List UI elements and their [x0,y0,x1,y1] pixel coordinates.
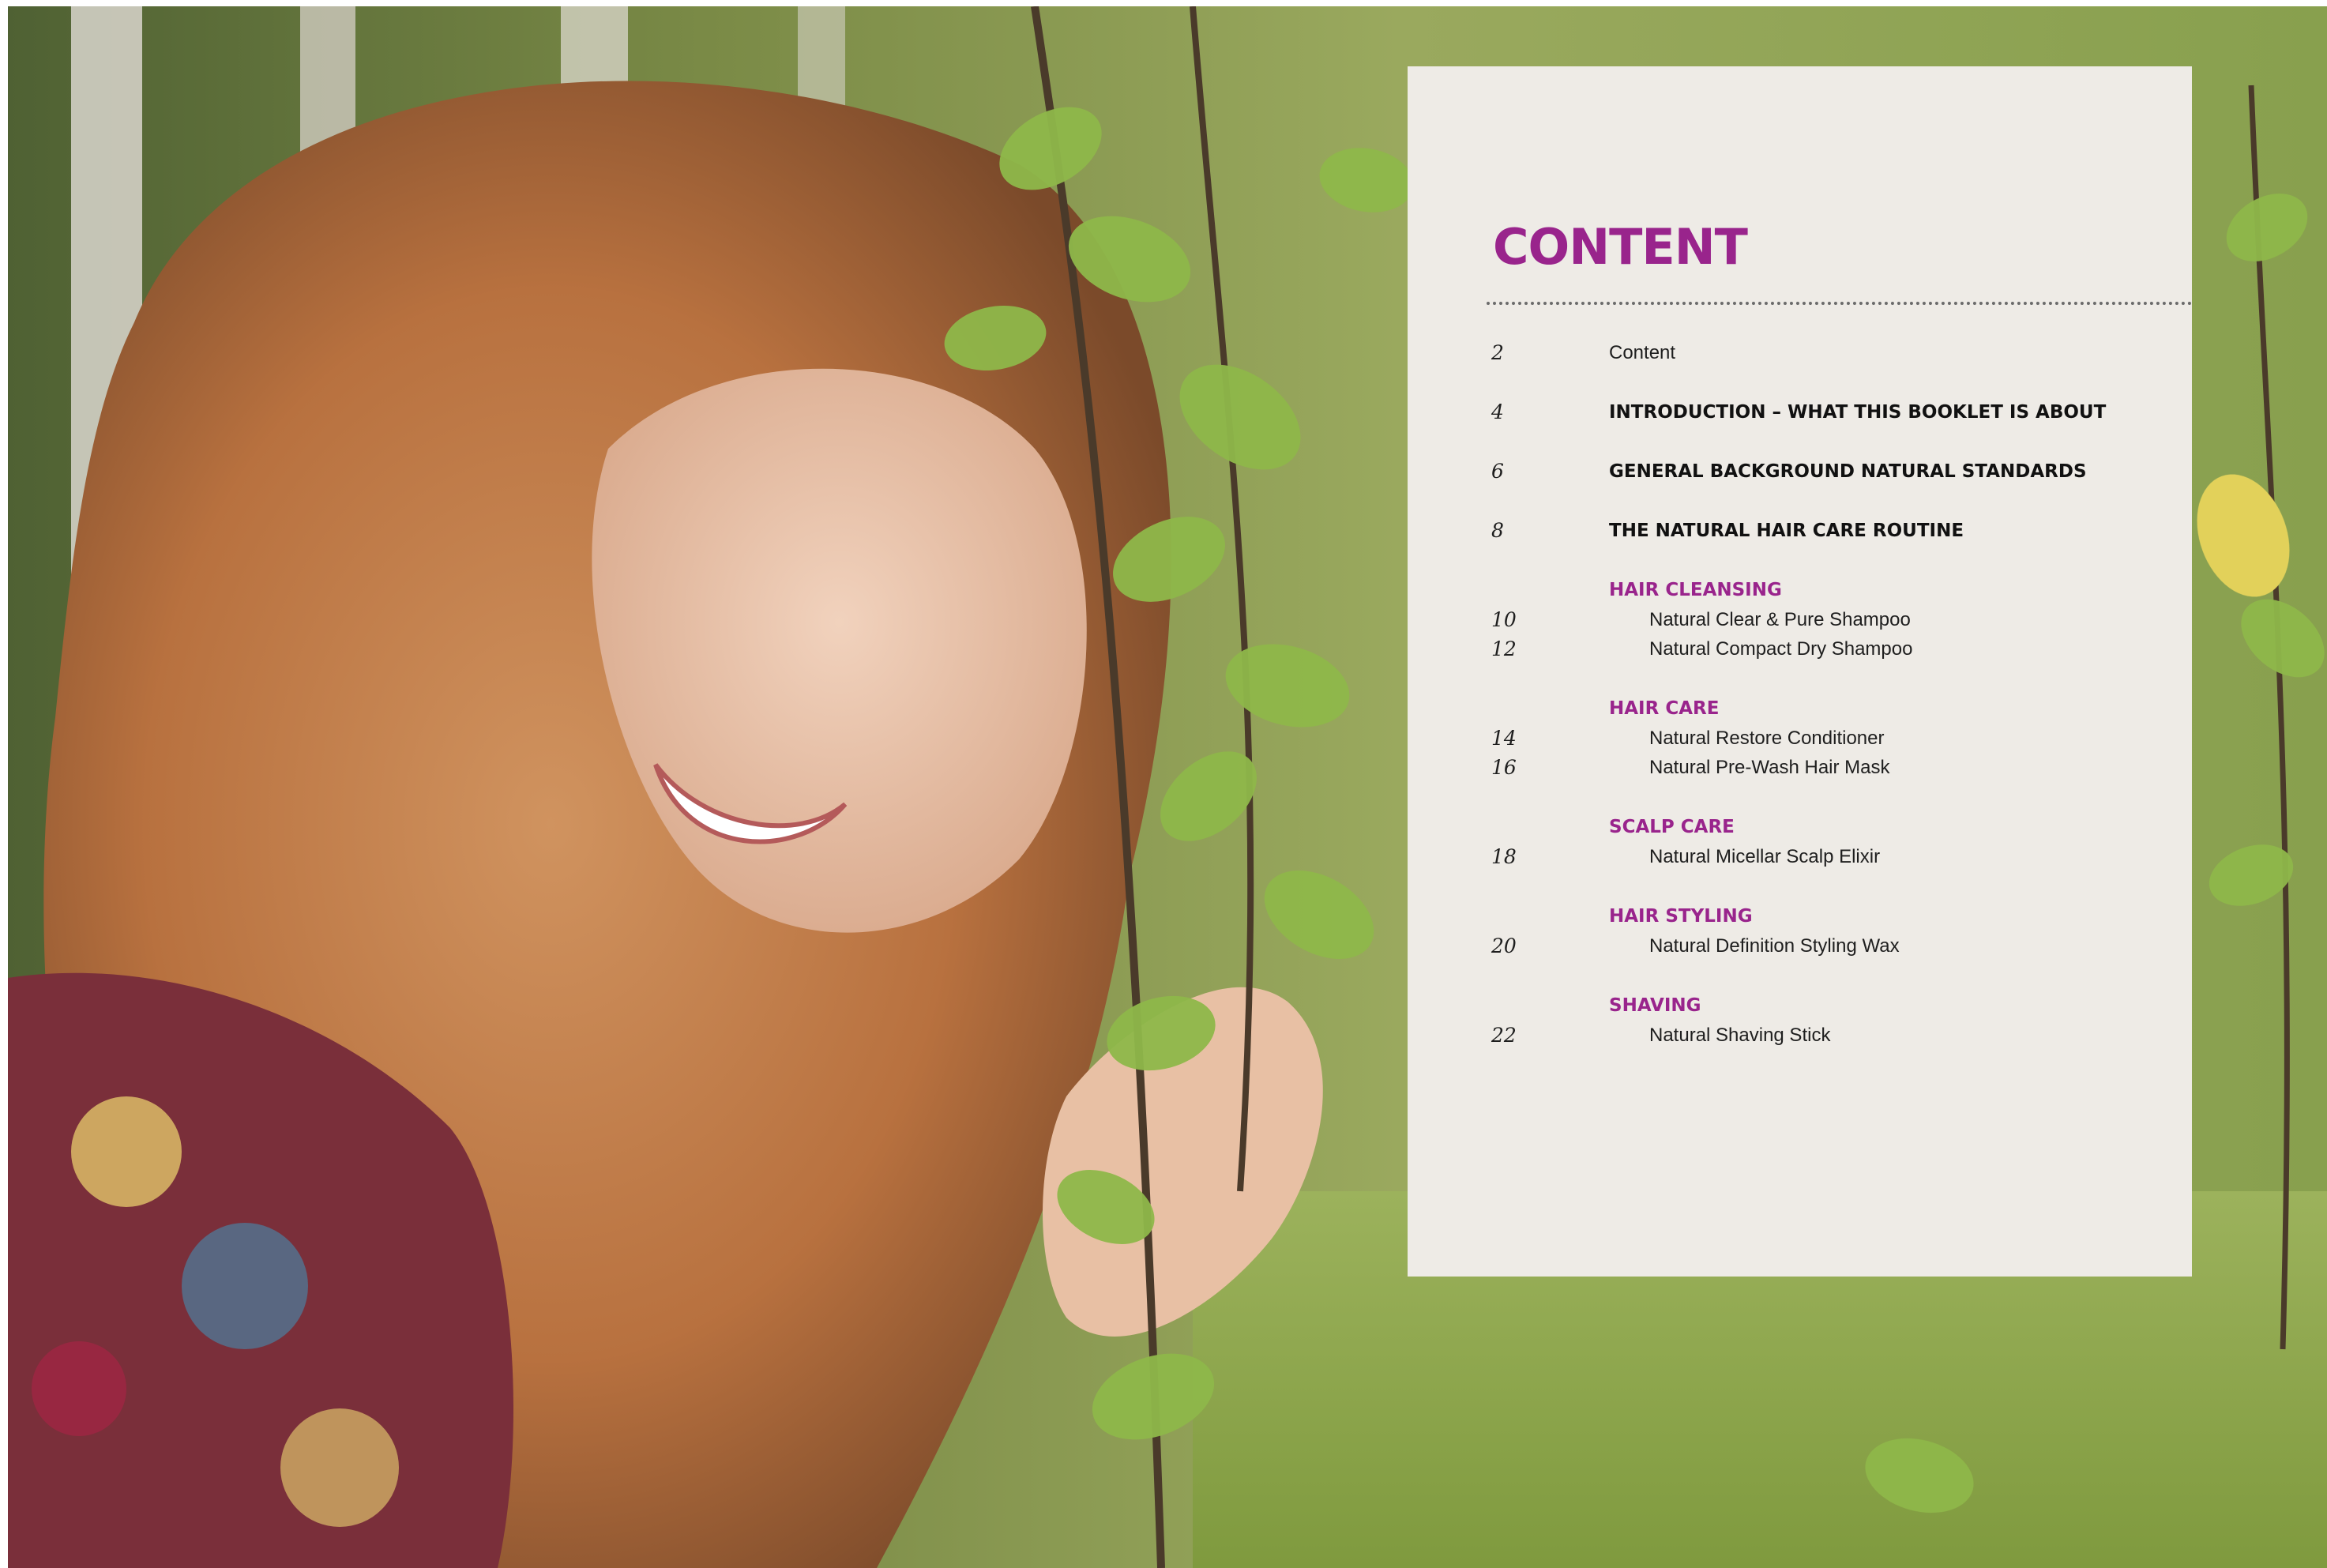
section-heading-hair-styling: HAIR STYLING [1408,901,2192,931]
section-heading: HAIR CLEANSING [1609,580,1782,600]
entry-label: THE NATURAL HAIR CARE ROUTINE [1609,521,1964,541]
section-heading-hair-care: HAIR CARE [1408,694,2192,724]
section-heading-scalp-care: SCALP CARE [1408,812,2192,842]
toc-entry[interactable]: 20 Natural Definition Styling Wax [1408,931,2192,961]
entry-label: Natural Restore Conditioner [1649,728,1885,749]
page-number: 20 [1491,934,1517,957]
section-heading-hair-cleansing: HAIR CLEANSING [1408,575,2192,605]
toc-entry[interactable]: 14 Natural Restore Conditioner [1408,724,2192,754]
page-number: 22 [1491,1024,1517,1047]
toc-entry[interactable]: 8 THE NATURAL HAIR CARE ROUTINE [1408,516,2192,546]
entry-label: Natural Shaving Stick [1649,1025,1831,1046]
page-number: 14 [1491,727,1517,750]
entry-label: INTRODUCTION – WHAT THIS BOOKLET IS ABOU… [1609,402,2107,423]
toc-entry[interactable]: 4 INTRODUCTION – WHAT THIS BOOKLET IS AB… [1408,397,2192,427]
toc-entry[interactable]: 18 Natural Micellar Scalp Elixir [1408,842,2192,872]
entry-label: Natural Clear & Pure Shampoo [1649,609,1911,630]
table-of-contents: 2 Content 4 INTRODUCTION – WHAT THIS BOO… [1408,66,2192,1277]
section-heading-shaving: SHAVING [1408,991,2192,1021]
toc-entry[interactable]: 10 Natural Clear & Pure Shampoo [1408,605,2192,635]
entry-label: Content [1609,342,1676,363]
page-number: 18 [1491,845,1517,868]
section-heading: HAIR STYLING [1609,906,1753,927]
page-number: 12 [1491,637,1517,660]
entry-label: Natural Micellar Scalp Elixir [1649,846,1881,867]
toc-entry[interactable]: 2 Content [1408,338,2192,368]
page-number: 8 [1491,519,1504,542]
entry-label: GENERAL BACKGROUND NATURAL STANDARDS [1609,461,2087,482]
page-number: 4 [1491,400,1504,423]
page-number: 2 [1491,341,1504,364]
page-number: 16 [1491,756,1517,779]
contents-panel: CONTENT 2 Content 4 INTRODUCTION – WHAT … [1408,66,2192,1277]
booklet-spread: CONTENT 2 Content 4 INTRODUCTION – WHAT … [0,0,2327,1568]
entry-label: Natural Pre-Wash Hair Mask [1649,757,1890,778]
entry-label: Natural Definition Styling Wax [1649,935,1900,957]
section-heading: SHAVING [1609,995,1701,1016]
page-number: 10 [1491,608,1517,631]
section-heading: SCALP CARE [1609,817,1735,837]
toc-entry[interactable]: 6 GENERAL BACKGROUND NATURAL STANDARDS [1408,457,2192,487]
entry-label: Natural Compact Dry Shampoo [1649,638,1913,660]
toc-entry[interactable]: 22 Natural Shaving Stick [1408,1021,2192,1051]
page-number: 6 [1491,460,1504,483]
toc-entry[interactable]: 16 Natural Pre-Wash Hair Mask [1408,753,2192,783]
toc-entry[interactable]: 12 Natural Compact Dry Shampoo [1408,634,2192,664]
section-heading: HAIR CARE [1609,698,1720,719]
